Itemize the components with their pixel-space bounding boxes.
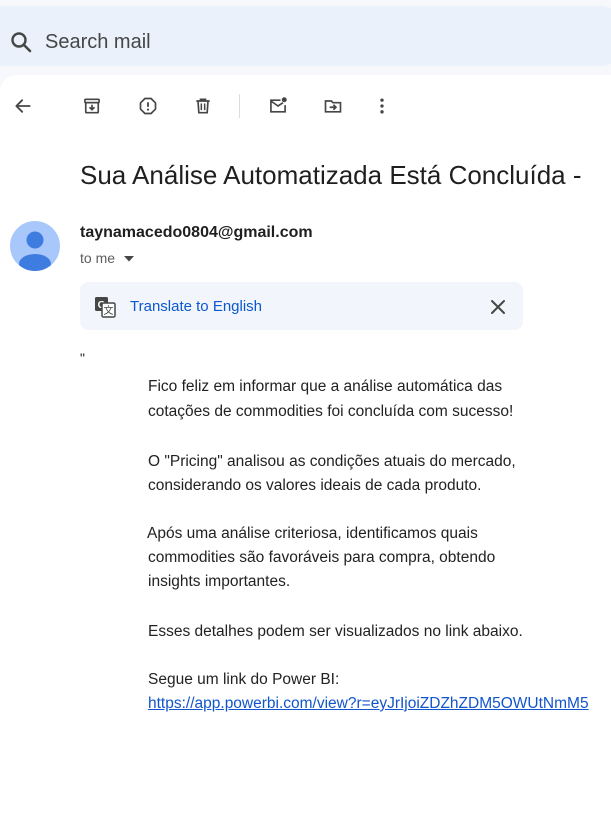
powerbi-link[interactable]: https://app.powerbi.com/view?r=eyJrIjoiZ…	[148, 692, 589, 716]
body-line: commodities são favoráveis para compra, …	[148, 549, 496, 566]
body-line: considerando os valores ideais de cada p…	[148, 477, 482, 494]
dropdown-arrow-icon	[123, 256, 134, 262]
body-line: cotações de commodities foi concluída co…	[148, 403, 514, 420]
translate-banner: G 文 Translate to English	[80, 282, 523, 330]
more-options-button[interactable]	[370, 94, 394, 118]
body-line: Fico feliz em informar que a análise aut…	[148, 378, 503, 395]
close-icon[interactable]	[488, 297, 508, 317]
move-to-icon	[324, 100, 342, 113]
move-to-button[interactable]	[321, 94, 345, 118]
email-subject: Sua Análise Automatizada Está Concluída …	[80, 160, 582, 190]
delete-icon	[196, 98, 210, 114]
back-button[interactable]	[11, 94, 35, 118]
delete-button[interactable]	[191, 94, 215, 118]
body-line: O "Pricing" analisou as condições atuais…	[148, 453, 516, 470]
mark-unread-icon	[270, 97, 287, 113]
default-avatar-icon	[19, 231, 51, 271]
svg-text:文: 文	[104, 304, 114, 317]
body-line: insights importantes.	[148, 573, 291, 590]
body-line: Após uma análise criteriosa, identificam…	[147, 525, 478, 542]
toolbar-divider	[239, 94, 240, 118]
back-arrow-icon	[15, 99, 31, 113]
sender-email[interactable]: taynamacedo0804@gmail.com	[80, 224, 313, 242]
body-line: Segue um link do Power BI:	[148, 671, 340, 688]
body-line: Esses detalhes podem ser visualizados no…	[148, 623, 523, 640]
search-icon[interactable]	[9, 30, 33, 54]
archive-button[interactable]	[80, 94, 104, 118]
recipient-label: to me	[80, 250, 116, 266]
more-options-icon	[380, 98, 384, 114]
translate-link[interactable]: Translate to English	[130, 298, 262, 315]
quote-mark: "	[80, 350, 85, 366]
search-bar[interactable]	[0, 6, 611, 66]
avatar[interactable]	[10, 221, 60, 271]
mark-unread-button[interactable]	[266, 94, 290, 118]
search-input[interactable]	[45, 30, 445, 54]
report-spam-button[interactable]	[136, 94, 160, 118]
recipient-details-toggle[interactable]: to me	[80, 250, 134, 266]
translate-icon: G 文	[95, 297, 116, 318]
report-spam-icon	[139, 97, 157, 115]
archive-icon	[84, 98, 100, 114]
